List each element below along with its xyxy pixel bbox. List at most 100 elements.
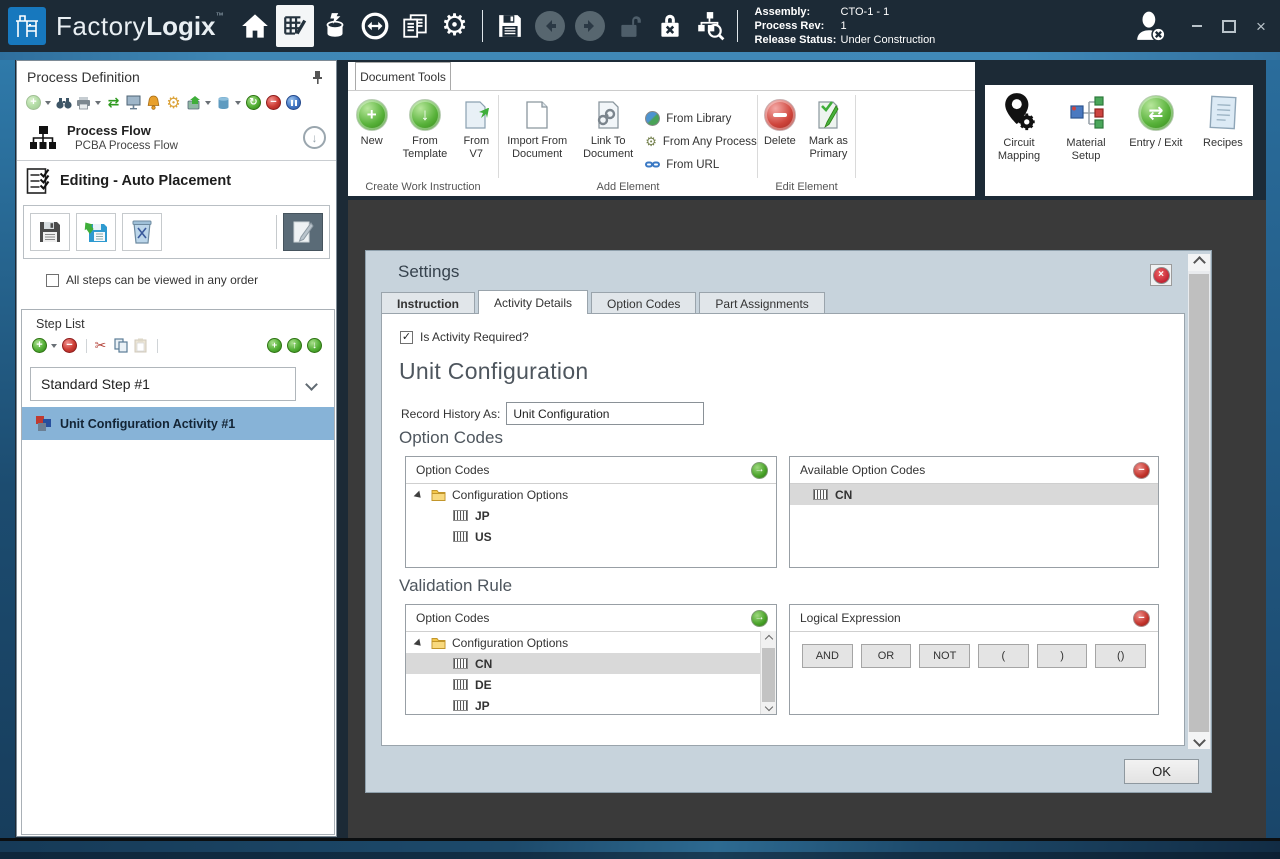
process-flow-row[interactable]: Process Flow PCBA Process Flow ↓ xyxy=(17,117,336,158)
move-up-icon[interactable]: ↑ xyxy=(286,337,303,354)
sync-button[interactable] xyxy=(356,5,394,47)
tree-root-row[interactable]: Configuration Options xyxy=(406,484,776,505)
from-library-item[interactable]: From Library xyxy=(645,107,757,130)
tab-instruction[interactable]: Instruction xyxy=(381,292,475,314)
tab-part-assignments[interactable]: Part Assignments xyxy=(699,292,824,314)
binoculars-icon[interactable] xyxy=(55,94,72,111)
tree-item-row[interactable]: CN xyxy=(406,653,761,674)
add-icon[interactable]: + xyxy=(25,94,42,111)
entry-exit-button[interactable]: ⇄ Entry / Exit xyxy=(1121,91,1191,196)
group-add-element: Import From Document Link To Document Fr… xyxy=(499,91,757,196)
ok-button[interactable]: OK xyxy=(1124,759,1199,784)
not-button[interactable]: NOT xyxy=(919,644,970,668)
database-icon[interactable] xyxy=(215,94,232,111)
minimize-button[interactable] xyxy=(1184,13,1210,39)
user-signout-button[interactable] xyxy=(1132,5,1170,47)
release-status-value: Under Construction xyxy=(841,33,936,47)
database-dropdown-icon[interactable] xyxy=(235,101,241,105)
back-button[interactable] xyxy=(531,5,569,47)
settings-gear-button[interactable]: ⚙ xyxy=(436,5,474,47)
tree-item-row[interactable]: JP xyxy=(406,695,761,716)
presentation-icon[interactable] xyxy=(125,94,142,111)
tree-item-row[interactable]: JP xyxy=(406,505,776,526)
tree-item-row[interactable]: DE xyxy=(406,674,761,695)
tab-document-tools[interactable]: Document Tools xyxy=(355,62,451,90)
export-dropdown-icon[interactable] xyxy=(205,101,211,105)
available-code-row[interactable]: CN xyxy=(790,484,1158,505)
and-button[interactable]: AND xyxy=(802,644,853,668)
process-status-block: Assembly:CTO-1 - 1 Process Rev:1 Release… xyxy=(755,5,936,47)
circuit-mapping-button[interactable]: Circuit Mapping xyxy=(987,91,1051,196)
recipes-button[interactable]: Recipes xyxy=(1195,91,1251,196)
pause-icon[interactable] xyxy=(285,94,302,111)
expander-icon[interactable] xyxy=(414,638,427,651)
step-name-field[interactable]: Standard Step #1 xyxy=(30,367,296,401)
scroll-down-icon[interactable] xyxy=(1188,732,1210,749)
renumber-steps-icon[interactable]: + xyxy=(266,337,283,354)
scrollbar-thumb[interactable] xyxy=(1189,274,1209,732)
add-dropdown-icon[interactable] xyxy=(45,101,51,105)
process-editor-button[interactable] xyxy=(276,5,314,47)
any-order-checkbox[interactable] xyxy=(46,274,59,287)
save-as-template-button[interactable] xyxy=(76,213,116,251)
process-search-button[interactable] xyxy=(691,5,729,47)
tab-activity-details[interactable]: Activity Details xyxy=(478,290,588,314)
export-icon[interactable] xyxy=(185,94,202,111)
refresh-icon[interactable]: ↻ xyxy=(245,94,262,111)
is-activity-required-checkbox[interactable]: ✓ xyxy=(400,331,413,344)
forward-button[interactable] xyxy=(571,5,609,47)
scroll-up-icon[interactable] xyxy=(1188,254,1210,271)
unlock-icon[interactable] xyxy=(611,5,649,47)
add-step-icon[interactable]: + xyxy=(31,337,48,354)
from-url-item[interactable]: From URL xyxy=(645,153,757,176)
move-down-icon[interactable]: ↓ xyxy=(306,337,323,354)
tree-root-row[interactable]: Configuration Options xyxy=(406,632,761,653)
copy-icon[interactable] xyxy=(112,337,129,354)
scroll-up-icon[interactable] xyxy=(761,631,776,646)
paren-pair-button[interactable]: () xyxy=(1095,644,1146,668)
step-expander-icon[interactable] xyxy=(296,380,326,389)
close-button[interactable]: × xyxy=(1248,13,1274,39)
remove-option-code-icon[interactable]: − xyxy=(1133,462,1150,479)
add-option-code-icon[interactable]: → xyxy=(751,462,768,479)
paste-icon[interactable] xyxy=(132,337,149,354)
deactivate-icon[interactable]: − xyxy=(265,94,282,111)
activity-label: Unit Configuration Activity #1 xyxy=(60,417,235,431)
record-history-input[interactable] xyxy=(506,402,704,425)
expander-icon[interactable] xyxy=(414,490,427,503)
swap-steps-icon[interactable]: ⇄ xyxy=(105,94,122,111)
tree-item-row[interactable]: US xyxy=(406,526,776,547)
scroll-down-icon[interactable] xyxy=(761,699,776,714)
close-paren-button[interactable]: ) xyxy=(1037,644,1088,668)
edit-mode-button[interactable] xyxy=(283,213,323,251)
material-setup-button[interactable]: Material Setup xyxy=(1055,91,1117,196)
save-step-button[interactable] xyxy=(30,213,70,251)
tree-scrollbar[interactable] xyxy=(760,631,776,714)
documents-button[interactable] xyxy=(396,5,434,47)
from-any-process-item[interactable]: ⚙ From Any Process xyxy=(645,130,757,153)
bell-icon[interactable] xyxy=(145,94,162,111)
open-paren-button[interactable]: ( xyxy=(978,644,1029,668)
remove-expression-icon[interactable]: − xyxy=(1133,610,1150,627)
print-icon[interactable] xyxy=(75,94,92,111)
process-gear-icon[interactable]: ⚙ xyxy=(165,94,182,111)
materials-button[interactable] xyxy=(316,5,354,47)
home-button[interactable] xyxy=(236,5,274,47)
pin-icon[interactable] xyxy=(311,70,324,85)
remove-step-icon[interactable]: − xyxy=(61,337,78,354)
activity-list-item[interactable]: Unit Configuration Activity #1 xyxy=(22,407,334,440)
add-to-expression-icon[interactable]: → xyxy=(751,610,768,627)
tab-option-codes[interactable]: Option Codes xyxy=(591,292,696,314)
add-step-dropdown-icon[interactable] xyxy=(51,344,57,348)
cut-icon[interactable]: ✂ xyxy=(92,337,109,354)
collapse-section-icon[interactable]: ↓ xyxy=(303,126,326,149)
print-dropdown-icon[interactable] xyxy=(95,101,101,105)
dialog-scrollbar[interactable] xyxy=(1188,254,1210,749)
maximize-button[interactable] xyxy=(1216,13,1242,39)
lock-close-button[interactable] xyxy=(651,5,689,47)
scrollbar-thumb[interactable] xyxy=(762,648,775,702)
save-button[interactable] xyxy=(491,5,529,47)
discard-step-button[interactable] xyxy=(122,213,162,251)
or-button[interactable]: OR xyxy=(861,644,912,668)
dialog-close-button[interactable]: × xyxy=(1150,264,1172,286)
